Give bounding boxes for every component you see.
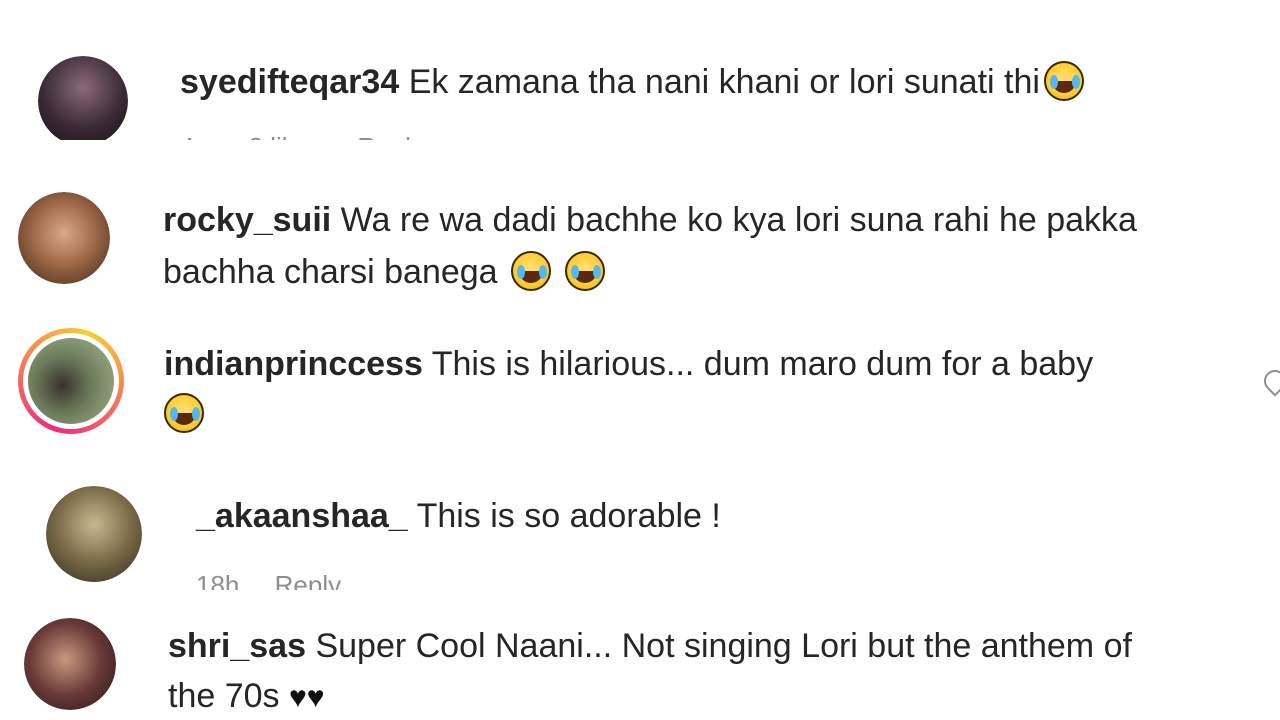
comment-body: This is so adorable ! <box>416 497 721 535</box>
tears-of-joy-emoji-icon <box>511 251 552 291</box>
comment-body: Super Cool Naani... Not singing Lori but… <box>315 627 1132 665</box>
comment-body: Wa re wa dadi bachhe ko kya lori suna ra… <box>340 201 1137 239</box>
tears-of-joy-emoji-icon <box>164 393 204 433</box>
avatar-indianprinccess-story-ring[interactable] <box>18 328 124 434</box>
comment-text-line-1: shri_sas Super Cool Naani... Not singing… <box>168 620 1132 672</box>
comment-likes[interactable]: 2 likes <box>248 132 322 140</box>
avatar-image <box>28 338 114 424</box>
comment-text: _akaanshaa_ This is so adorable ! <box>196 490 721 542</box>
comment-body-continued: the 70s <box>168 677 280 715</box>
comment-text-line-2 <box>164 388 204 440</box>
comment-username[interactable]: indianprinccess <box>164 345 423 383</box>
like-heart-icon[interactable] <box>1259 365 1280 397</box>
comment-text-line-2: the 70s ♥♥ <box>168 670 325 720</box>
comment-text-line-1: indianprinccess This is hilarious... dum… <box>164 338 1093 390</box>
comment-indianprinccess: indianprinccess This is hilarious... dum… <box>0 320 1280 450</box>
comment-text: syedifteqar34 Ek zamana tha nani khani o… <box>180 56 1084 108</box>
comment-text-line-1: rocky_suii Wa re wa dadi bachhe ko kya l… <box>163 194 1137 246</box>
avatar-rocky_suii[interactable] <box>18 192 110 284</box>
comment-time: 4w <box>180 132 213 140</box>
avatar-syedifteqar34[interactable] <box>38 56 128 140</box>
comment-time: 18h <box>196 570 240 590</box>
comment-text-line-2: bachha charsi banega <box>163 246 605 298</box>
avatar-image <box>46 486 142 582</box>
avatar-image <box>18 192 110 284</box>
reply-button[interactable]: Reply <box>275 570 341 590</box>
comment-body: This is hilarious... dum maro dum for a … <box>431 345 1094 383</box>
comment-meta: 4w 2 likes Reply <box>180 132 452 140</box>
tears-of-joy-emoji-icon <box>1043 61 1084 101</box>
avatar-_akaanshaa_[interactable] <box>46 486 142 582</box>
comment-syedifteqar34: syedifteqar34 Ek zamana tha nani khani o… <box>0 40 1280 140</box>
comment-username[interactable]: syedifteqar34 <box>180 63 399 101</box>
avatar-shri_sas[interactable] <box>24 618 116 710</box>
comment-_akaanshaa_: _akaanshaa_ This is so adorable ! 18h Re… <box>0 470 1280 590</box>
comment-username[interactable]: shri_sas <box>168 627 306 665</box>
black-heart-icon: ♥ <box>288 681 307 714</box>
comment-username[interactable]: rocky_suii <box>163 201 331 239</box>
comment-shri_sas: shri_sas Super Cool Naani... Not singing… <box>0 600 1280 720</box>
avatar-image <box>38 56 128 140</box>
tears-of-joy-emoji-icon <box>564 251 605 291</box>
comment-username[interactable]: _akaanshaa_ <box>196 497 408 535</box>
comment-rocky_suii: rocky_suii Wa re wa dadi bachhe ko kya l… <box>0 180 1280 320</box>
comment-body-continued: bachha charsi banega <box>163 253 498 291</box>
black-heart-icon: ♥ <box>306 681 325 714</box>
avatar-image <box>24 618 116 710</box>
reply-button[interactable]: Reply <box>357 132 423 140</box>
comment-meta: 18h Reply <box>196 570 369 590</box>
comment-body: Ek zamana tha nani khani or lori sunati … <box>408 63 1040 101</box>
